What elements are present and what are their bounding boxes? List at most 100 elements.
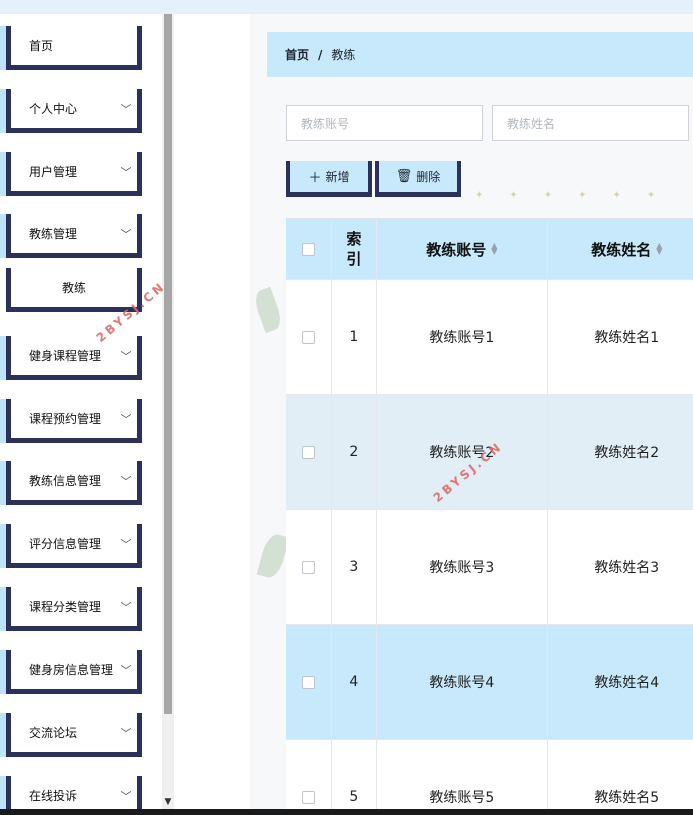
row-name: 教练姓名2 (594, 445, 660, 461)
header-account[interactable]: 教练账号 ▲ ▼ (377, 219, 548, 279)
sidebar-item-online-complaint[interactable]: 在线投诉 ﹀ (6, 776, 142, 809)
row-account: 教练账号2 (377, 395, 548, 509)
sidebar-item-gym-info-management[interactable]: 健身房信息管理 ﹀ (6, 650, 142, 694)
row-checkbox-cell (286, 395, 332, 509)
chevron-down-icon: ﹀ (120, 474, 132, 488)
sidebar-item-label: 课程分类管理 (29, 600, 102, 614)
delete-button[interactable]: 🗑 删除 (375, 161, 461, 197)
coach-name-search-input[interactable]: 教练姓名 (492, 105, 689, 141)
breadcrumb: 首页 / 教练 (267, 32, 693, 77)
coach-account-search-input[interactable]: 教练账号 (286, 105, 483, 141)
sidebar-item-forum[interactable]: 交流论坛 ﹀ (6, 713, 142, 757)
row-account: 教练账号1 (377, 280, 548, 394)
row-index: 2 (332, 395, 378, 509)
row-index: 4 (332, 625, 378, 739)
sidebar-item-label: 个人中心 (29, 102, 78, 116)
chevron-down-icon: ﹀ (120, 726, 132, 740)
sidebar-item-label: 教练管理 (29, 227, 78, 241)
search-placeholder: 教练姓名 (507, 116, 556, 131)
sidebar-item-coach-management[interactable]: 教练管理 ﹀ (6, 214, 142, 258)
sidebar-item-label: 健身课程管理 (29, 349, 102, 363)
breadcrumb-current: 教练 (331, 48, 356, 62)
sidebar-item-home[interactable]: 首页 (6, 26, 142, 70)
add-button-label: 新增 (325, 170, 350, 184)
delete-button-label: 删除 (416, 170, 441, 184)
sidebar-item-label: 教练信息管理 (29, 474, 102, 488)
sidebar-item-label: 用户管理 (29, 165, 78, 179)
content-gutter (174, 14, 250, 809)
chevron-down-icon: ﹀ (120, 663, 132, 677)
table-row[interactable]: 1 教练账号1 教练姓名1 (286, 279, 693, 394)
breadcrumb-home[interactable]: 首页 (285, 46, 309, 63)
sort-icon[interactable]: ▲ ▼ (656, 242, 662, 256)
header-index-label: 索引 (346, 230, 362, 268)
top-band (0, 0, 693, 14)
table-row[interactable]: 3 教练账号3 教练姓名3 (286, 509, 693, 624)
row-index: 1 (332, 280, 378, 394)
row-name: 教练姓名3 (594, 560, 660, 576)
chevron-down-icon: ﹀ (120, 789, 132, 803)
chevron-down-icon: ﹀ (120, 165, 132, 179)
chevron-down-icon: ﹀ (120, 227, 132, 241)
row-checkbox-cell (286, 280, 332, 394)
sidebar-item-course-booking-management[interactable]: 课程预约管理 ﹀ (6, 399, 142, 443)
sidebar-subitem-coach[interactable]: 教练 (6, 268, 142, 312)
sidebar-item-rating-info-management[interactable]: 评分信息管理 ﹀ (6, 524, 142, 568)
scroll-thumb[interactable] (164, 14, 172, 714)
sort-icon[interactable]: ▲ ▼ (491, 242, 497, 256)
chevron-down-icon: ﹀ (120, 102, 132, 116)
plus-icon: ＋ (308, 171, 322, 186)
row-index: 3 (332, 510, 378, 624)
add-button[interactable]: ＋ 新增 (286, 161, 372, 197)
select-all-cell (286, 219, 332, 279)
decorative-dots: ✦✦✦✦✦✦ (475, 190, 682, 201)
row-checkbox[interactable] (301, 560, 315, 574)
header-account-label: 教练账号 (426, 240, 487, 259)
trash-icon: 🗑 (395, 169, 413, 184)
row-checkbox[interactable] (301, 790, 315, 804)
scroll-down-arrow-icon[interactable]: ▼ (162, 797, 174, 807)
chevron-down-icon: ﹀ (120, 349, 132, 363)
search-placeholder: 教练账号 (301, 116, 350, 131)
chevron-down-icon: ﹀ (120, 412, 132, 426)
main-content: 首页 / 教练 教练账号 教练姓名 ＋ 新增 🗑 删除 ✦✦✦✦✦✦ 索引 教练… (250, 14, 693, 809)
row-checkbox-cell (286, 510, 332, 624)
sidebar-item-label: 课程预约管理 (29, 412, 102, 426)
row-name: 教练姓名5 (594, 790, 660, 806)
row-checkbox-cell (286, 625, 332, 739)
decorative-leaf (251, 286, 285, 334)
row-checkbox[interactable] (301, 675, 315, 689)
sidebar-scrollbar[interactable]: ▼ (162, 14, 174, 809)
table-row[interactable]: 5 教练账号5 教练姓名5 (286, 739, 693, 809)
row-name: 教练姓名1 (594, 330, 660, 346)
decorative-leaf (256, 531, 290, 581)
row-account: 教练账号4 (377, 625, 548, 739)
row-account: 教练账号3 (377, 510, 548, 624)
sidebar-item-label: 健身房信息管理 (29, 663, 114, 677)
sidebar-item-label: 首页 (29, 39, 54, 53)
table-row[interactable]: 4 教练账号4 教练姓名4 (286, 624, 693, 739)
chevron-down-icon: ﹀ (120, 537, 132, 551)
sidebar-item-label: 评分信息管理 (29, 537, 102, 551)
sidebar-item-course-category-management[interactable]: 课程分类管理 ﹀ (6, 587, 142, 631)
row-index: 5 (332, 740, 378, 809)
table-header: 索引 教练账号 ▲ ▼ 教练姓名 ▲ ▼ (286, 218, 693, 279)
sidebar-item-fitness-course-management[interactable]: 健身课程管理 ﹀ (6, 336, 142, 380)
row-checkbox-cell (286, 740, 332, 809)
bottom-bar (0, 809, 693, 815)
row-account: 教练账号5 (377, 740, 548, 809)
coach-table: 索引 教练账号 ▲ ▼ 教练姓名 ▲ ▼ 1 教练账号1 教练姓名1 2 教练账号2… (286, 218, 693, 809)
row-checkbox[interactable] (301, 330, 315, 344)
sidebar-item-label: 交流论坛 (29, 726, 78, 740)
sidebar-item-personal-center[interactable]: 个人中心 ﹀ (6, 89, 142, 133)
row-checkbox[interactable] (301, 445, 315, 459)
sidebar-item-label: 在线投诉 (29, 789, 78, 803)
row-name: 教练姓名4 (594, 675, 660, 691)
header-name[interactable]: 教练姓名 ▲ ▼ (548, 219, 693, 279)
sidebar-item-user-management[interactable]: 用户管理 ﹀ (6, 152, 142, 196)
sidebar-menu: 首页 个人中心 ﹀ 用户管理 ﹀ 教练管理 ﹀ 教练 健身课程管理 ﹀ 课程预约… (0, 14, 162, 809)
sidebar-item-label: 教练 (61, 281, 86, 295)
breadcrumb-separator: / (318, 47, 323, 62)
sidebar-item-coach-info-management[interactable]: 教练信息管理 ﹀ (6, 461, 142, 505)
select-all-checkbox[interactable] (301, 242, 315, 256)
